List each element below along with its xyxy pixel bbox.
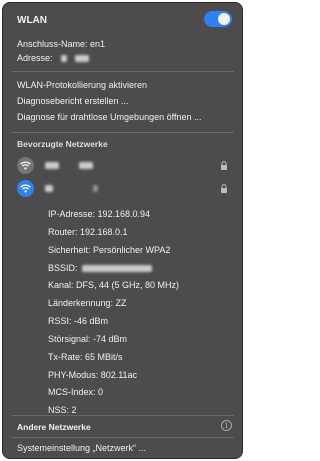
enable-wlan-logging[interactable]: WLAN-Protokollierung aktivieren [17,80,147,90]
redacted-address-part [61,55,68,63]
detail-bssid: BSSID: [48,263,153,273]
detail-router: Router: 192.168.0.1 [48,227,128,237]
toggle-knob [218,13,230,25]
wifi-icon [17,180,34,197]
detail-channel: Kanal: DFS, 44 (5 GHz, 80 MHz) [48,280,180,290]
redacted-network-name [45,185,53,192]
separator [11,437,234,438]
info-icon[interactable]: i [221,420,232,431]
redacted-bssid [82,265,153,273]
detail-tx-rate: Tx-Rate: 65 MBit/s [48,352,123,362]
preferred-networks-heading: Bevorzugte Netzwerke [17,139,108,149]
separator [11,132,234,133]
detail-noise: Störsignal: -74 dBm [48,334,128,344]
bssid-label: BSSID: [48,263,78,273]
network-system-preferences[interactable]: Systemeinstellung „Netzwerk“ ... [17,443,146,453]
redacted-network-name [79,162,93,169]
separator [11,415,234,416]
interface-address: Adresse: [17,53,89,63]
lock-icon [221,184,227,193]
wlan-menu: WLAN Anschluss-Name: en1 Adresse: WLAN-P… [3,3,242,458]
separator [11,71,234,72]
wifi-icon [17,157,34,174]
detail-security: Sicherheit: Persönlicher WPA2 [48,245,171,255]
lock-icon [221,161,227,170]
detail-phy-mode: PHY-Modus: 802.11ac [48,370,138,380]
detail-ip-address: IP-Adresse: 192.168.0.94 [48,209,151,219]
address-label: Adresse: [17,53,53,63]
open-wireless-diagnostics[interactable]: Diagnose für drahtlose Umgebungen öffnen… [17,112,229,122]
wlan-toggle[interactable] [204,11,232,27]
wlan-title: WLAN [17,15,47,26]
redacted-address-part [74,55,89,63]
redacted-network-name [93,185,98,192]
detail-rssi: RSSI: -46 dBm [48,316,109,326]
detail-country-code: Länderkennung: ZZ [48,298,127,308]
interface-name: Anschluss-Name: en1 [17,39,106,49]
detail-nss: NSS: 2 [48,405,77,415]
create-diagnostics-report[interactable]: Diagnosebericht erstellen ... [17,96,129,106]
other-networks[interactable]: Andere Netzwerke [17,422,91,432]
detail-mcs-index: MCS-Index: 0 [48,387,104,397]
redacted-network-name [45,162,59,169]
